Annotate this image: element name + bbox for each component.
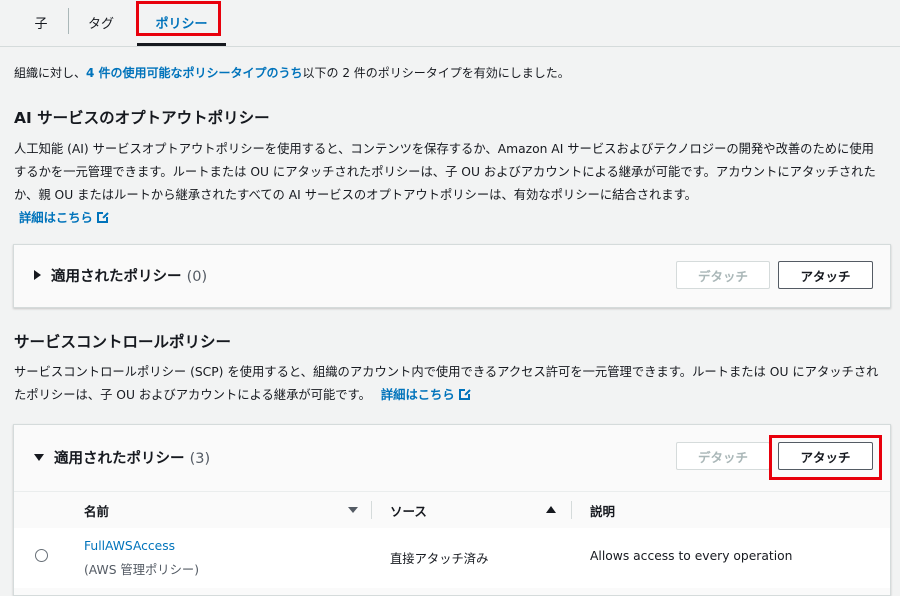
intro-text: 組織に対し、4 件の使用可能なポリシータイプのうち以下の 2 件のポリシータイプ… [14, 64, 570, 81]
policy-count: (3) [189, 451, 211, 467]
detach-button[interactable]: デタッチ [676, 261, 770, 289]
policy-name-link[interactable]: FullAWSAccess [84, 539, 175, 553]
table-row[interactable]: FullAWSAccess (AWS 管理ポリシー) 直接アタッチ済み Allo… [14, 528, 890, 588]
column-label: 名前 [84, 503, 110, 519]
tab-bar: 子 タグ ポリシー [0, 0, 900, 46]
caret-right-icon [34, 270, 41, 280]
ai-optout-description: 人工知能 (AI) サービスオプトアウトポリシーを使用すると、コンテンツを保存す… [14, 138, 886, 230]
column-divider [371, 501, 372, 519]
external-link-icon [458, 388, 471, 400]
tab-tags[interactable]: タグ [76, 0, 126, 44]
tab-divider-line [0, 46, 900, 47]
policy-types-link[interactable]: 4 件の使用可能なポリシータイプのうち [86, 66, 303, 80]
attach-button[interactable]: アタッチ [778, 261, 873, 289]
policy-count: (0) [186, 269, 208, 285]
column-divider [571, 501, 572, 519]
highlight-box-policies-tab [136, 1, 221, 36]
highlight-box-attach-button [769, 435, 882, 480]
scp-applied-policies-header[interactable]: 適用されたポリシー (3) [34, 447, 210, 468]
detach-button[interactable]: デタッチ [676, 442, 770, 470]
table-header: 名前 ソース 説明 [14, 491, 890, 529]
external-link-icon [96, 211, 109, 223]
column-header-description[interactable]: 説明 [590, 492, 615, 528]
policy-type-label: (AWS 管理ポリシー) [84, 563, 199, 577]
ai-applied-policies-header[interactable]: 適用されたポリシー (0) [34, 265, 207, 286]
scp-description: サービスコントロールポリシー (SCP) を使用すると、組織のアカウント内で使用… [14, 361, 886, 407]
column-header-source[interactable]: ソース [390, 492, 427, 528]
sort-ascending-icon[interactable] [546, 506, 556, 513]
learn-more-label: 詳細はこちら [380, 388, 455, 402]
scp-learn-more-link[interactable]: 詳細はこちら [380, 388, 471, 402]
column-label: ソース [390, 503, 427, 519]
ai-learn-more-link[interactable]: 詳細はこちら [19, 211, 109, 225]
scp-applied-policies-panel: 適用されたポリシー (3) デタッチ アタッチ 名前 ソース 説明 FullAW… [13, 424, 891, 596]
scp-heading: サービスコントロールポリシー [14, 333, 232, 351]
caret-down-icon [34, 454, 44, 461]
intro-prefix: 組織に対し、 [14, 66, 87, 80]
tab-children[interactable]: 子 [20, 0, 62, 44]
ai-optout-heading: AI サービスのオプトアウトポリシー [14, 109, 270, 127]
ai-applied-policies-panel: 適用されたポリシー (0) デタッチ アタッチ [13, 244, 891, 308]
tab-divider [68, 8, 69, 34]
intro-suffix: 以下の 2 件のポリシータイプを有効にしました。 [302, 66, 570, 80]
policy-description: Allows access to every operation [590, 549, 793, 563]
learn-more-label: 詳細はこちら [19, 211, 93, 225]
column-header-name[interactable]: 名前 [84, 492, 109, 528]
sort-descending-icon[interactable] [348, 507, 358, 513]
panel-title: 適用されたポリシー [51, 269, 182, 285]
tab-label: タグ [87, 16, 114, 32]
tab-label: 子 [34, 16, 48, 32]
ai-optout-description-text: 人工知能 (AI) サービスオプトアウトポリシーを使用すると、コンテンツを保存す… [14, 142, 876, 202]
column-label: 説明 [590, 503, 616, 519]
panel-title: 適用されたポリシー [54, 451, 185, 467]
policy-source: 直接アタッチ済み [390, 552, 489, 566]
row-radio-button[interactable] [35, 549, 48, 562]
